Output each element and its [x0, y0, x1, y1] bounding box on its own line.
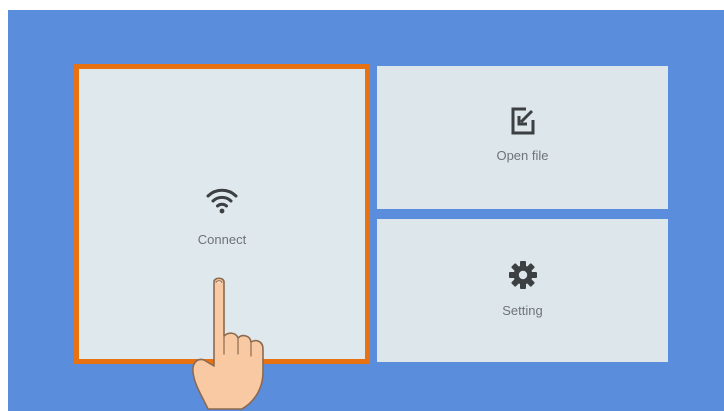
- connect-label: Connect: [197, 232, 247, 247]
- open-file-label: Open file: [496, 148, 549, 163]
- setting-tile[interactable]: Setting: [377, 219, 668, 362]
- wifi-icon: [206, 188, 238, 214]
- launcher-screen: Connect Open file Setting: [8, 10, 724, 411]
- setting-label: Setting: [502, 303, 543, 318]
- open-file-icon: [511, 107, 534, 135]
- gear-icon: [508, 261, 537, 289]
- tap-hand-icon: [192, 277, 264, 410]
- open-file-tile[interactable]: Open file: [377, 66, 668, 209]
